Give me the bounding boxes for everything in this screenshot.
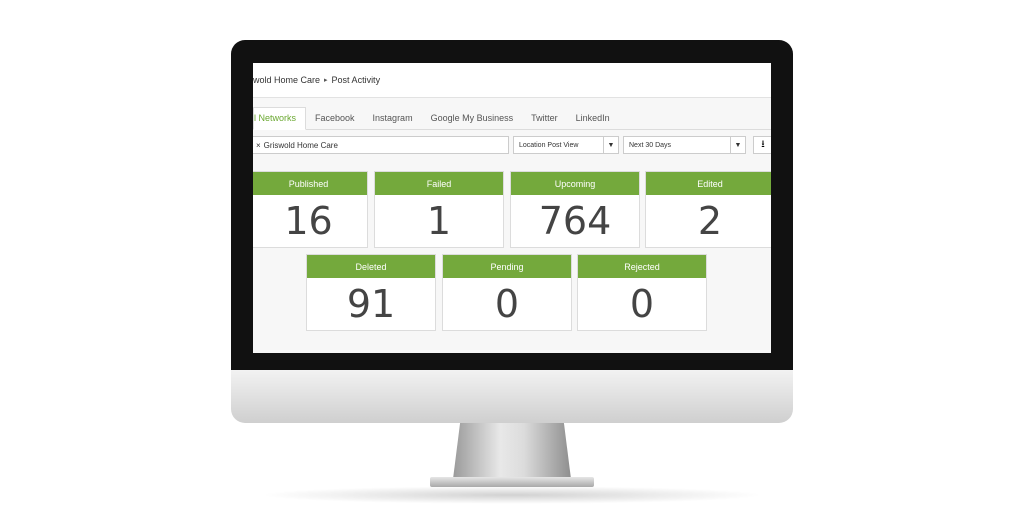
download-icon: ⭳: [761, 138, 765, 150]
stat-value: 16: [284, 199, 333, 243]
stat-card-upcoming[interactable]: Upcoming 764: [510, 171, 640, 248]
tab-google-my-business[interactable]: Google My Business: [422, 113, 523, 129]
stat-card-published[interactable]: Published 16: [253, 171, 368, 248]
header-bar: wold Home Care ▸ Post Activity: [253, 63, 771, 98]
network-tabs: l Networks Facebook Instagram Google My …: [253, 107, 771, 130]
tab-instagram[interactable]: Instagram: [364, 113, 422, 129]
stat-card-pending[interactable]: Pending 0: [442, 254, 572, 331]
stat-label: Deleted: [307, 255, 435, 278]
tab-facebook[interactable]: Facebook: [306, 113, 364, 129]
date-range-select[interactable]: Next 30 Days ▼: [623, 136, 746, 154]
floor-shadow: [260, 486, 764, 504]
stat-card-rejected[interactable]: Rejected 0: [577, 254, 707, 331]
tab-all-networks[interactable]: l Networks: [253, 107, 307, 130]
stat-label: Pending: [443, 255, 571, 278]
stat-value: 764: [538, 199, 612, 243]
stat-value: 0: [629, 282, 655, 326]
stat-card-edited[interactable]: Edited 2: [645, 171, 771, 248]
breadcrumb-parent[interactable]: wold Home Care: [253, 75, 320, 85]
chevron-down-icon: ▼: [603, 137, 618, 153]
stat-label: Rejected: [578, 255, 706, 278]
tab-linkedin[interactable]: LinkedIn: [567, 113, 619, 129]
stat-card-deleted[interactable]: Deleted 91: [306, 254, 436, 331]
download-button[interactable]: ⭳: [753, 136, 771, 154]
stat-label: Published: [253, 172, 367, 195]
chip-remove-icon[interactable]: ×: [256, 141, 261, 150]
breadcrumb: wold Home Care ▸ Post Activity: [253, 75, 380, 85]
stat-value: 1: [426, 199, 452, 243]
breadcrumb-current: Post Activity: [331, 75, 381, 85]
app-screen: wold Home Care ▸ Post Activity l Network…: [253, 63, 771, 353]
stat-value: 91: [346, 282, 396, 326]
stat-value: 0: [494, 282, 520, 326]
monitor-chin: [231, 370, 793, 423]
monitor-stand: [453, 423, 571, 479]
stat-label: Edited: [646, 172, 771, 195]
location-filter-input[interactable]: × Griswold Home Care: [253, 136, 509, 154]
monitor-stand-base: [430, 477, 594, 487]
tab-twitter[interactable]: Twitter: [522, 113, 567, 129]
filter-row: × Griswold Home Care Location Post View …: [253, 136, 771, 156]
stat-card-failed[interactable]: Failed 1: [374, 171, 504, 248]
view-select-value: Location Post View: [519, 141, 579, 149]
breadcrumb-separator-icon: ▸: [324, 77, 328, 84]
chevron-down-icon: ▼: [730, 137, 745, 153]
stat-label: Failed: [375, 172, 503, 195]
view-select[interactable]: Location Post View ▼: [513, 136, 619, 154]
date-range-value: Next 30 Days: [629, 141, 672, 149]
stat-label: Upcoming: [511, 172, 639, 195]
stat-value: 2: [697, 199, 723, 243]
location-chip: Griswold Home Care: [263, 140, 338, 150]
